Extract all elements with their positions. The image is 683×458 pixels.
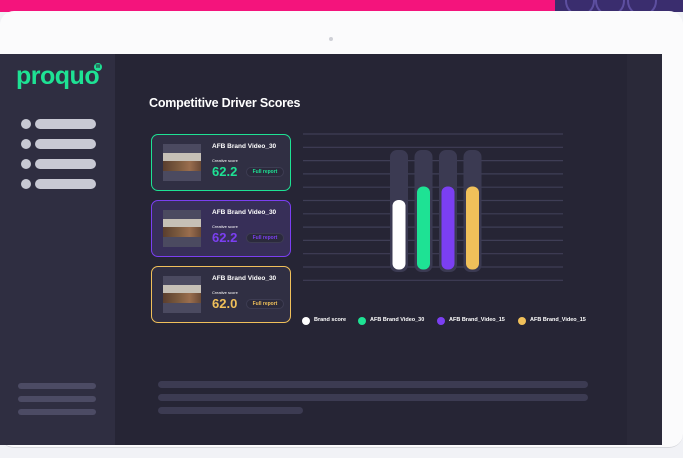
legend-swatch	[358, 317, 366, 325]
laptop-frame: proquo W Competitive Driver Scores AFB B…	[0, 11, 683, 448]
legend-label: Brand score	[314, 317, 347, 323]
content-placeholder-line	[158, 407, 303, 414]
camera-icon	[329, 37, 333, 41]
app-screen: proquo W Competitive Driver Scores AFB B…	[0, 54, 662, 445]
bar-2[interactable]	[417, 186, 430, 270]
bar-1[interactable]	[392, 199, 406, 270]
bar-4[interactable]	[466, 186, 479, 270]
legend-swatch	[437, 317, 445, 325]
legend-label: AFB Brand_Video_15	[530, 317, 586, 323]
content-placeholder-line	[158, 381, 588, 388]
legend-label: AFB Brand_Video_15	[449, 317, 505, 323]
content-placeholder-line	[158, 394, 588, 401]
legend-swatch	[518, 317, 526, 325]
legend-swatch	[302, 317, 310, 325]
bar-3[interactable]	[441, 186, 455, 270]
legend-label: AFB Brand Video_30	[370, 317, 425, 323]
